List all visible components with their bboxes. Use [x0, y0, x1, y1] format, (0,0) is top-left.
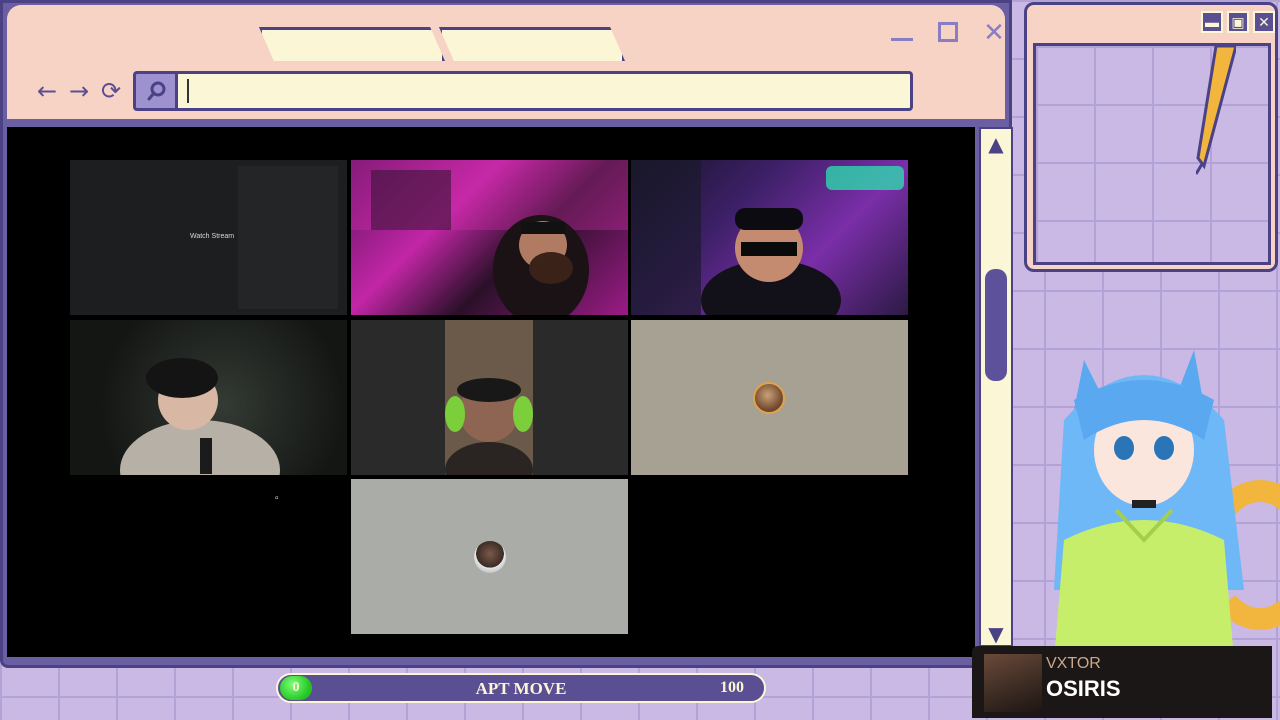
text-caret	[187, 79, 189, 103]
progress-title: APT MOVE	[475, 679, 567, 698]
participant-silhouette	[351, 160, 628, 315]
screen-share-tile[interactable]: Watch Stream	[70, 160, 347, 315]
arrow-left-icon: ←	[36, 77, 58, 105]
close-button[interactable]: ✕	[981, 19, 1007, 45]
side-close-button[interactable]: ✕	[1253, 11, 1275, 33]
close-icon: ✕	[1258, 14, 1270, 30]
scroll-thumb[interactable]	[985, 269, 1007, 381]
close-icon: ✕	[983, 17, 1005, 47]
participant-silhouette	[120, 358, 280, 475]
pencil-icon	[1196, 46, 1236, 175]
side-window: ▬ ▣ ✕	[1024, 2, 1278, 272]
progress-max-value: 100	[720, 679, 744, 696]
search-button[interactable]	[133, 71, 177, 111]
address-bar-input[interactable]	[175, 71, 913, 111]
side-minimize-button[interactable]: ▬	[1201, 11, 1223, 33]
album-art	[984, 654, 1042, 712]
participant-avatar-tile[interactable]	[631, 320, 908, 475]
browser-tab-2[interactable]	[439, 27, 625, 61]
browser-tab-1[interactable]	[259, 27, 445, 61]
participant-video-tile[interactable]	[351, 160, 628, 315]
now-playing-widget: VXTOR OSIRIS	[972, 646, 1272, 718]
mouse-cursor-icon: ▫	[275, 493, 279, 504]
side-window-content	[1033, 43, 1271, 265]
minimize-icon	[891, 38, 913, 41]
participant-video-tile[interactable]	[351, 320, 628, 475]
participant-avatar-tile[interactable]	[351, 479, 628, 634]
reload-button[interactable]: ⟳	[97, 77, 125, 105]
goal-progress-bar: 0 APT MOVE 100	[276, 673, 766, 703]
forward-button[interactable]: →	[65, 77, 93, 105]
scrollbar[interactable]: ▲ ▼	[979, 127, 1013, 647]
maximize-icon: ▣	[1231, 14, 1245, 30]
participant-silhouette	[631, 160, 904, 315]
participant-video-tile[interactable]	[70, 320, 347, 475]
back-button[interactable]: ←	[33, 77, 61, 105]
search-icon	[147, 81, 165, 101]
scroll-down-icon[interactable]: ▼	[981, 623, 1011, 645]
participant-avatar	[753, 382, 785, 414]
arrow-right-icon: →	[68, 77, 90, 105]
artist-name: VXTOR	[1046, 655, 1101, 672]
minimize-icon: ▬	[1205, 14, 1219, 30]
side-maximize-button[interactable]: ▣	[1227, 11, 1249, 33]
reload-icon: ⟳	[100, 77, 122, 105]
browser-tab-bar: ✕ ← → ⟳	[7, 5, 1005, 119]
participant-silhouette	[445, 320, 533, 475]
watch-stream-label[interactable]: Watch Stream	[190, 233, 290, 240]
maximize-icon	[938, 22, 958, 42]
participant-video-tile[interactable]	[631, 160, 908, 315]
scroll-up-icon[interactable]: ▲	[981, 133, 1011, 155]
maximize-button[interactable]	[935, 19, 961, 45]
track-name: OSIRIS	[1046, 676, 1121, 701]
participant-avatar	[474, 541, 506, 573]
minimize-button[interactable]	[889, 19, 915, 45]
vtuber-avatar	[1054, 350, 1244, 660]
